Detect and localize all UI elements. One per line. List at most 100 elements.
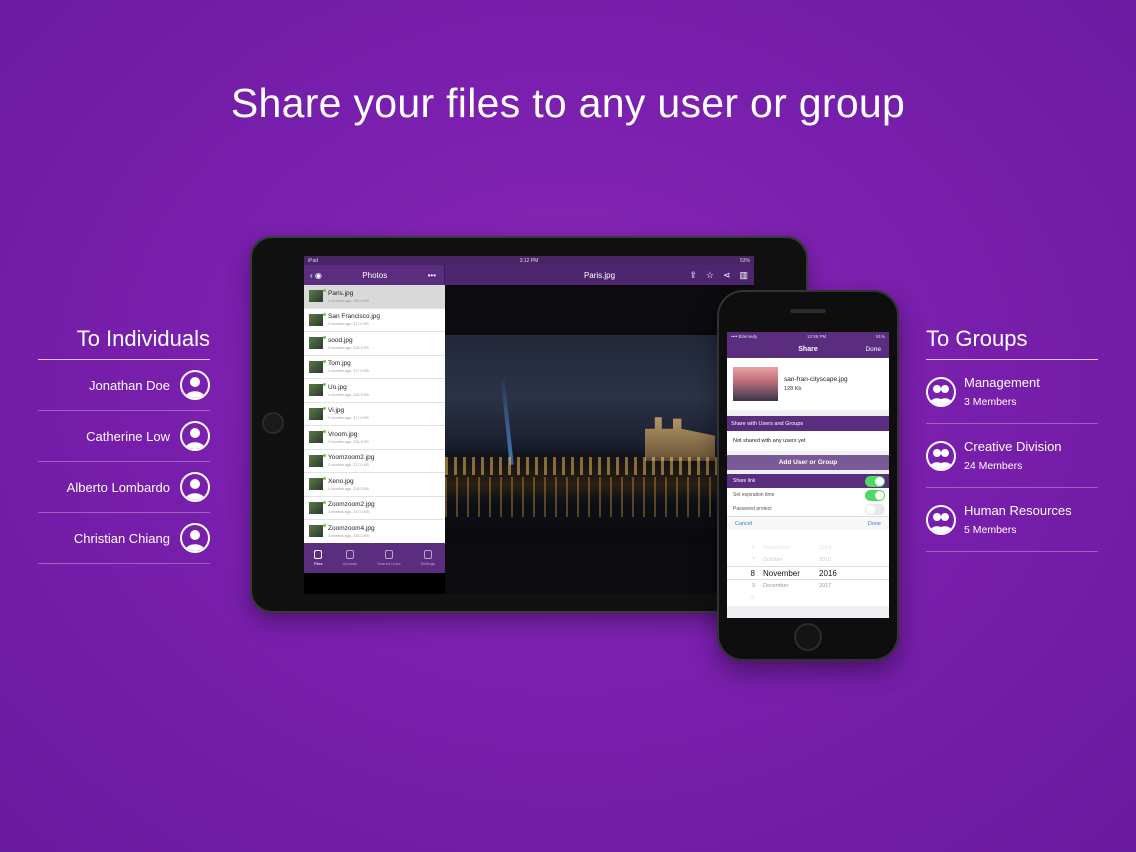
file-row[interactable]: Yoomzoom2.jpg 3 months ago, 217.0 KB <box>304 450 445 473</box>
person-row[interactable]: Christian Chiang <box>38 513 210 564</box>
person-name: Catherine Low <box>86 428 170 444</box>
share-status: Not shared with any users yet <box>727 431 889 451</box>
file-row[interactable]: Xeno.jpg 3 months ago, 228.3 KB <box>304 473 445 497</box>
picker-done-button[interactable]: Done <box>868 521 881 527</box>
person-row[interactable]: Jonathan Doe <box>38 360 210 411</box>
file-row[interactable]: Zoomzoom4.jpg 3 months ago, 228.3 KB <box>304 520 445 544</box>
ipad-home-button <box>262 412 284 434</box>
file-thumbnail <box>309 477 326 491</box>
groups-panel: To Groups Management 3 Members Creative … <box>926 326 1098 552</box>
person-row[interactable]: Catherine Low <box>38 411 210 462</box>
individuals-panel: To Individuals Jonathan Doe Catherine Lo… <box>38 326 210 564</box>
file-size: 128 Kb <box>784 386 802 392</box>
file-thumbnail <box>309 406 326 420</box>
file-row[interactable]: Paris.jpg 3 months ago, 155.4 KB <box>304 285 445 309</box>
group-name: Management <box>964 375 1040 390</box>
file-row[interactable]: Uo.jpg 3 months ago, 228.3 KB <box>304 379 445 403</box>
file-meta: 3 months ago, 228.3 KB <box>328 533 369 538</box>
tab-label: Uploads <box>342 561 358 566</box>
file-name: san-fran-cityscape.jpg <box>784 376 848 383</box>
user-icon <box>180 472 210 502</box>
file-row[interactable]: Tom.jpg 3 months ago, 217.0 KB <box>304 356 445 379</box>
more-icon[interactable]: ••• <box>428 271 436 280</box>
person-name: Alberto Lombardo <box>66 479 170 495</box>
status-carrier: iPad <box>308 258 319 264</box>
file-title: Paris.jpg <box>583 270 616 280</box>
photo-viewer <box>445 285 754 594</box>
picker-row <box>727 530 889 542</box>
tab-label: Files <box>314 561 323 566</box>
person-name: Christian Chiang <box>73 530 170 546</box>
picker-row: 9 December 2017 <box>751 583 832 589</box>
individuals-title: To Individuals <box>38 326 210 360</box>
add-user-or-group-button[interactable]: Add User or Group <box>727 455 889 470</box>
group-icon <box>926 376 956 407</box>
group-row[interactable]: Management 3 Members <box>926 360 1098 424</box>
water-reflection <box>445 477 754 517</box>
file-name: Vi.jpg <box>328 407 345 415</box>
tab-settings[interactable]: Settings <box>421 550 435 566</box>
share-link-row: Share link <box>727 474 889 488</box>
headline: Share your files to any user or group <box>230 80 906 126</box>
file-meta: 3 months ago, 228.3 KB <box>328 486 369 491</box>
share-section-header: Share with Users and Groups <box>727 416 889 431</box>
cathedral-shape <box>645 417 715 461</box>
gear-icon <box>423 550 432 559</box>
file-meta: 3 months ago, 217.0 KB <box>328 322 369 327</box>
password-label: Password protect <box>733 506 772 512</box>
file-row[interactable]: Zoomzoom2.jpg 3 months ago, 217.0 KB <box>304 497 445 520</box>
cancel-button[interactable]: Cancel <box>735 521 752 527</box>
export-icon[interactable]: ⇪ <box>689 270 697 281</box>
iphone-speaker <box>790 309 826 313</box>
file-row[interactable]: Vi.jpg 3 months ago, 217.0 KB <box>304 403 445 426</box>
file-name: Vroom.jpg <box>328 430 358 438</box>
share-icon <box>384 550 393 559</box>
password-toggle[interactable] <box>865 503 885 515</box>
group-row[interactable]: Creative Division 24 Members <box>926 424 1098 488</box>
group-icon <box>926 440 956 471</box>
file-row[interactable]: San Francisco.jpg 3 months ago, 217.0 KB <box>304 309 445 332</box>
group-row[interactable]: Human Resources 5 Members <box>926 488 1098 552</box>
file-meta: 3 months ago, 217.0 KB <box>328 510 369 515</box>
tab-label: Shared Links <box>377 561 401 566</box>
paris-night-photo <box>445 335 754 543</box>
status-battery: 91% <box>875 334 885 339</box>
iphone-device: •••• Bitemedy 12:56 PM 91% Share Done sa… <box>717 290 899 661</box>
file-row[interactable]: Vroom.jpg 3 months ago, 228.3 KB <box>304 426 445 450</box>
file-thumbnail <box>309 524 326 538</box>
file-thumbnail <box>309 289 326 303</box>
city-lights <box>445 457 754 475</box>
share-link-toggle[interactable] <box>865 475 885 487</box>
person-row[interactable]: Alberto Lombardo <box>38 462 210 513</box>
file-thumbnail <box>309 453 326 467</box>
expiration-label: Set expiration time <box>733 492 775 498</box>
done-button[interactable]: Done <box>865 346 881 353</box>
file-meta: 3 months ago, 217.0 KB <box>328 369 369 374</box>
star-icon[interactable]: ☆ <box>706 270 714 281</box>
shared-file-card: san-fran-cityscape.jpg 128 Kb <box>727 358 889 410</box>
file-list: Paris.jpg 3 months ago, 155.4 KB San Fran… <box>304 285 445 544</box>
date-picker[interactable]: 6 September 2014 7 October 2015 8 November 201… <box>727 530 889 606</box>
expiration-toggle[interactable] <box>865 489 885 501</box>
person-name: Jonathan Doe <box>89 377 170 393</box>
iphone-screen: •••• Bitemedy 12:56 PM 91% Share Done sa… <box>727 332 889 618</box>
file-row[interactable]: sood.jpg 3 months ago, 228.3 KB <box>304 332 445 356</box>
trash-icon[interactable]: ▥ <box>739 270 748 281</box>
share-icon[interactable]: ⋖ <box>723 270 731 281</box>
ipad-status-bar: iPad 3:12 PM 53% <box>304 256 754 265</box>
tab-shared-links[interactable]: Shared Links <box>377 550 401 566</box>
tab-uploads[interactable]: Uploads <box>342 550 357 566</box>
picker-row: 10 <box>748 595 755 601</box>
password-row: Password protect <box>727 502 889 516</box>
file-name: Paris.jpg <box>328 289 354 297</box>
file-meta: 3 months ago, 217.0 KB <box>328 463 369 468</box>
tab-files[interactable]: Files <box>314 550 322 566</box>
status-battery: 53% <box>739 258 750 264</box>
expiration-row: Set expiration time <box>727 488 889 502</box>
user-icon <box>180 421 210 451</box>
picker-toolbar: Cancel Done <box>727 516 889 530</box>
file-name: sood.jpg <box>328 336 353 344</box>
back-icon[interactable]: ‹ ◉ <box>310 271 322 280</box>
picker-row: 6 September 2014 <box>751 545 832 551</box>
file-meta: 3 months ago, 228.3 KB <box>328 439 369 444</box>
